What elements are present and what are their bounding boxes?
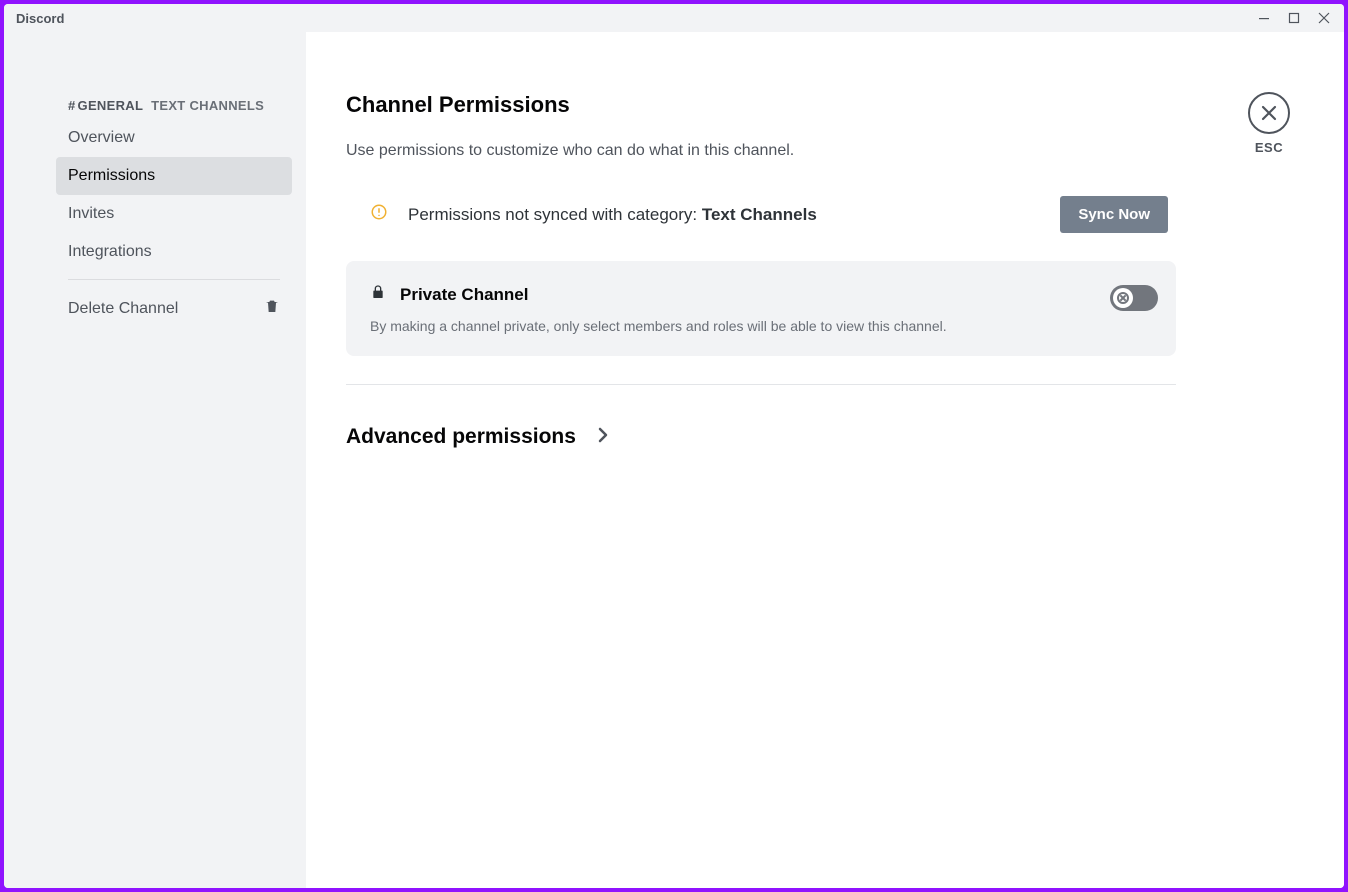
titlebar: Discord [4,4,1344,32]
private-channel-desc: By making a channel private, only select… [370,318,1152,334]
toggle-knob [1113,288,1133,308]
maximize-button[interactable] [1286,10,1302,26]
minimize-button[interactable] [1256,10,1272,26]
sidebar-item-invites[interactable]: Invites [56,195,292,233]
minimize-icon [1258,12,1270,24]
settings-sidebar: # GENERAL TEXT CHANNELS Overview Permiss… [4,32,306,888]
sidebar-header-category: TEXT CHANNELS [151,98,264,113]
window-controls [1256,10,1332,26]
trash-icon [264,298,280,319]
advanced-permissions-button[interactable]: Advanced permissions [346,425,1176,449]
section-divider [346,384,1176,385]
sync-notice: Permissions not synced with category: Te… [346,196,1176,233]
lock-icon [370,283,386,306]
sidebar-header-channel: GENERAL [78,98,144,113]
maximize-icon [1288,12,1300,24]
app-window: Discord # GENERAL TEXT CHANNELS Ov [4,4,1344,888]
sidebar-item-permissions[interactable]: Permissions [56,157,292,195]
sync-text-prefix: Permissions not synced with category: [408,205,702,224]
close-window-button[interactable] [1316,10,1332,26]
sync-category: Text Channels [702,205,817,224]
chevron-right-icon [598,427,608,448]
private-channel-toggle[interactable] [1110,285,1158,311]
sync-text: Permissions not synced with category: Te… [408,205,817,225]
close-settings-button[interactable]: ESC [1248,92,1290,155]
esc-label: ESC [1255,140,1283,155]
page-title: Channel Permissions [346,92,1176,118]
toggle-off-icon [1117,292,1129,304]
advanced-permissions-title: Advanced permissions [346,425,576,449]
sidebar-header: # GENERAL TEXT CHANNELS [56,92,292,119]
window-title: Discord [16,11,64,26]
close-circle-icon [1248,92,1290,134]
warning-icon [370,203,388,226]
sidebar-item-label: Overview [68,129,135,147]
close-icon [1318,12,1330,24]
sidebar-item-label: Delete Channel [68,300,178,318]
page-subtitle: Use permissions to customize who can do … [346,142,1176,160]
sidebar-divider [68,279,280,280]
sidebar-item-label: Integrations [68,243,152,261]
sidebar-item-label: Permissions [68,167,155,185]
sidebar-item-integrations[interactable]: Integrations [56,233,292,271]
sidebar-item-delete-channel[interactable]: Delete Channel [56,288,292,329]
sync-now-button[interactable]: Sync Now [1060,196,1168,233]
hash-icon: # [68,98,76,113]
private-channel-title: Private Channel [400,285,529,305]
private-channel-card: Private Channel By making a channel priv… [346,261,1176,356]
main-panel: ESC Channel Permissions Use permissions … [306,32,1344,888]
sidebar-item-overview[interactable]: Overview [56,119,292,157]
sidebar-item-label: Invites [68,205,114,223]
content: # GENERAL TEXT CHANNELS Overview Permiss… [4,32,1344,888]
